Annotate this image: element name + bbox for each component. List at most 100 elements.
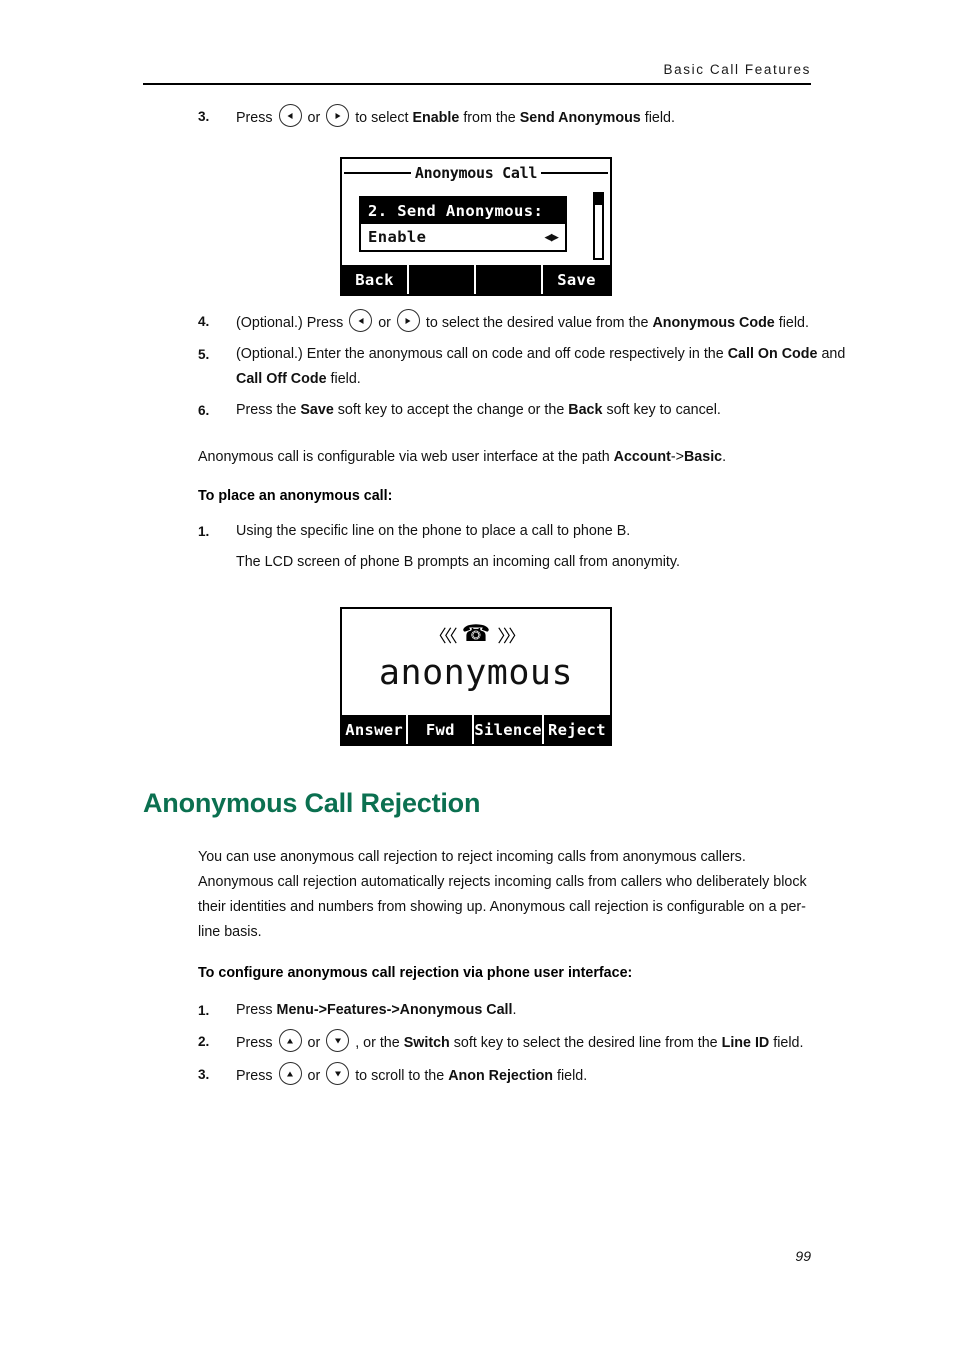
softkey-empty-2[interactable] (409, 265, 476, 294)
softkey-empty-3[interactable] (476, 265, 543, 294)
step-text-comma: , or the (355, 1035, 400, 1051)
step-text-mid: or (307, 110, 321, 126)
step-text-post: soft key to cancel. (606, 402, 721, 418)
incoming-caller-name: anonymous (378, 653, 574, 693)
section-paragraph: You can use anonymous call rejection to … (198, 849, 807, 940)
note-period: . (722, 449, 727, 465)
nav-down-icon (326, 1062, 350, 1085)
step-bold-call-off-code: Call Off Code (236, 371, 327, 387)
telephone-icon: ☎ (461, 620, 491, 647)
step-bold-save: Save (300, 402, 334, 418)
step-text-mid: or (307, 1035, 321, 1051)
step-number: 4. (198, 314, 210, 329)
phone-lcd-anonymous-call-menu: Anonymous Call 2. Send Anonymous: Enable… (340, 157, 612, 296)
step-number: 1. (198, 1003, 210, 1018)
step-number: 1. (198, 524, 210, 539)
step-bold-menu-path: Menu->Features->Anonymous Call (276, 1002, 513, 1018)
step-4: 4. (Optional.) Press or to select the de… (198, 309, 850, 336)
lcd-scrollbar[interactable] (593, 192, 604, 260)
softkey-back[interactable]: Back (342, 265, 409, 294)
section-body: You can use anonymous call rejection to … (0, 845, 954, 1095)
step-text-post2: field. (778, 315, 809, 331)
step-5: 5. (Optional.) Enter the anonymous call … (198, 342, 850, 392)
step-text-post1: to scroll to the (355, 1068, 445, 1084)
nav-right-icon (326, 104, 350, 127)
step-number: 6. (198, 403, 210, 418)
chevron-left-icon: 〈〈〈 (429, 626, 458, 647)
header-title: Basic Call Features (663, 62, 811, 77)
rejection-step-3: 3. Press or to scroll to the Anon Reject… (198, 1062, 850, 1089)
step-text-mid: or (378, 315, 391, 331)
step-text-pre: Press the (236, 402, 297, 418)
step-text-mid: soft key to accept the change or the (337, 402, 565, 418)
lcd-content: 2. Send Anonymous: Enable ◀▶ (342, 186, 610, 266)
lcd-softkey-bar: Answer Fwd Silence Reject (342, 715, 610, 744)
step-bold-line-id: Line ID (721, 1035, 770, 1051)
lcd-title: Anonymous Call (410, 163, 542, 182)
header-divider (143, 83, 811, 85)
incoming-call-indicator: 〈〈〈 ☎ 〉〉〉 (342, 609, 610, 653)
step-text: Using the specific line on the phone to … (236, 523, 631, 539)
note-bold-basic: Basic (683, 449, 723, 465)
page-number: 99 (795, 1248, 811, 1264)
rejection-step-2: 2. Press or , or the Switch soft key to … (198, 1029, 850, 1056)
step-text-pre: (Optional.) Press (236, 315, 344, 331)
note-bold-account: Account (613, 449, 671, 465)
step-number: 3. (198, 109, 210, 124)
step-text-pre: Press (236, 1002, 273, 1018)
step-text-post2: field. (557, 1068, 588, 1084)
note-text-pre: Anonymous call is configurable via web u… (198, 449, 610, 465)
section-heading-anonymous-call-rejection: Anonymous Call Rejection (143, 788, 481, 818)
nav-up-icon (278, 1029, 302, 1052)
lcd-softkey-bar: Back Save (342, 265, 610, 294)
step-bold-anonymous-code: Anonymous Code (652, 315, 775, 331)
chevron-right-icon: 〉〉〉 (497, 626, 525, 647)
document-page: Basic Call Features 3. Press or to selec… (0, 0, 954, 1350)
nav-right-icon (396, 309, 420, 332)
step-3: 3. Press or to select Enable from the Se… (198, 104, 850, 131)
subheading-place-call: To place an anonymous call: (198, 488, 393, 504)
step-bold-back: Back (568, 402, 603, 418)
nav-up-icon (278, 1062, 302, 1085)
left-right-arrows-icon: ◀▶ (544, 229, 559, 245)
step-text-post: field. (330, 371, 361, 387)
step-text-post1: to select (355, 110, 409, 126)
nav-left-icon (278, 104, 302, 127)
step-text-post1: to select the desired value from the (425, 315, 649, 331)
step-text-mid: or (307, 1068, 321, 1084)
place-call-step-1: 1. Using the specific line on the phone … (198, 519, 850, 544)
subheading-configure-rejection: To configure anonymous call rejection vi… (198, 965, 633, 981)
step-text-post2: field. (773, 1035, 804, 1051)
step-number: 5. (198, 347, 210, 362)
step-subtext: The LCD screen of phone B prompts an inc… (236, 554, 680, 570)
step-number: 2. (198, 1034, 210, 1049)
phone-lcd-incoming-call: 〈〈〈 ☎ 〉〉〉 anonymous Answer Fwd Silence R… (340, 607, 612, 746)
step-text-post2: from the (463, 110, 516, 126)
step-text-post3: field. (644, 110, 675, 126)
page-header: Basic Call Features (143, 62, 811, 85)
softkey-fwd[interactable]: Fwd (408, 715, 475, 744)
note-arrow: -> (670, 449, 684, 465)
step-text-pre: Press (236, 1068, 273, 1084)
step-text-pre: Press (236, 110, 273, 126)
softkey-silence[interactable]: Silence (474, 715, 544, 744)
web-ui-note: Anonymous call is configurable via web u… (198, 445, 812, 470)
softkey-reject[interactable]: Reject (544, 715, 610, 744)
rejection-step-1: 1. Press Menu->Features->Anonymous Call. (198, 998, 850, 1023)
lcd-menu-item[interactable]: 2. Send Anonymous: Enable ◀▶ (359, 196, 567, 252)
lcd-menu-selected-label: 2. Send Anonymous: (361, 198, 565, 224)
step-bold-enable: Enable (412, 110, 460, 126)
place-call-step-1-sub: The LCD screen of phone B prompts an inc… (198, 550, 850, 575)
softkey-save[interactable]: Save (543, 265, 610, 294)
softkey-answer[interactable]: Answer (342, 715, 409, 744)
nav-down-icon (326, 1029, 350, 1052)
lcd-menu-value-row[interactable]: Enable ◀▶ (361, 224, 565, 250)
lcd-scrollbar-thumb[interactable] (595, 194, 602, 205)
step-number: 3. (198, 1067, 210, 1082)
lcd-menu-value: Enable (368, 228, 427, 246)
step-text-pre: (Optional.) Enter the anonymous call on … (236, 346, 724, 362)
step-period: . (512, 1002, 517, 1018)
step-text-post1: soft key to select the desired line from… (453, 1035, 718, 1051)
step-bold-call-on-code: Call On Code (727, 346, 818, 362)
nav-left-icon (349, 309, 373, 332)
